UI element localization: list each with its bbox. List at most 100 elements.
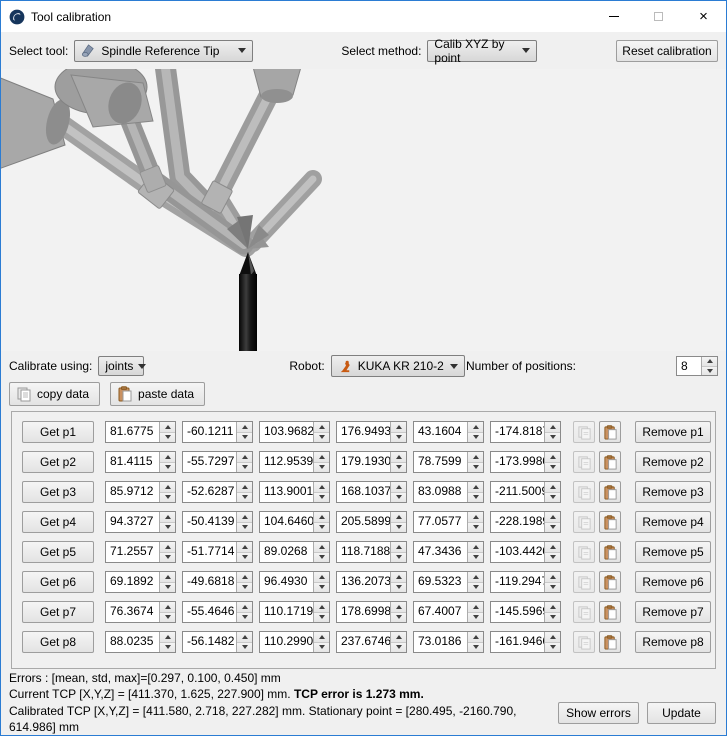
viewport-3d[interactable]	[1, 69, 726, 351]
spin-up-button[interactable]	[468, 422, 483, 432]
row-copy-button[interactable]	[573, 511, 595, 533]
get-point-button[interactable]: Get p1	[22, 421, 94, 443]
spin-up-button[interactable]	[237, 632, 252, 642]
remove-point-button[interactable]: Remove p2	[635, 451, 711, 473]
remove-point-button[interactable]: Remove p3	[635, 481, 711, 503]
remove-point-button[interactable]: Remove p8	[635, 631, 711, 653]
spin-up-button[interactable]	[314, 542, 329, 552]
spin-up-button[interactable]	[160, 452, 175, 462]
spin-down-button[interactable]	[545, 432, 560, 443]
remove-point-button[interactable]: Remove p7	[635, 601, 711, 623]
spin-up-button[interactable]	[391, 632, 406, 642]
select-method-dropdown[interactable]: Calib XYZ by point	[427, 40, 537, 62]
spin-up-button[interactable]	[468, 482, 483, 492]
spin-up-button[interactable]	[314, 482, 329, 492]
spin-up-button[interactable]	[391, 452, 406, 462]
joint-value-spinbox[interactable]: 103.9682	[259, 421, 330, 443]
spin-down-button[interactable]	[545, 462, 560, 473]
spin-down-button[interactable]	[468, 552, 483, 563]
spin-up-button[interactable]	[237, 572, 252, 582]
title-bar[interactable]: Tool calibration ×	[1, 1, 726, 32]
joint-value-spinbox[interactable]: 205.5899	[336, 511, 407, 533]
joint-value-spinbox[interactable]: 43.1604	[413, 421, 484, 443]
joint-value-spinbox[interactable]: -228.1989	[490, 511, 561, 533]
row-copy-button[interactable]	[573, 481, 595, 503]
get-point-button[interactable]: Get p3	[22, 481, 94, 503]
spin-up-button[interactable]	[391, 542, 406, 552]
spin-down-button[interactable]	[545, 552, 560, 563]
spin-down-button[interactable]	[160, 492, 175, 503]
spin-up-button[interactable]	[237, 482, 252, 492]
spin-up-button[interactable]	[160, 512, 175, 522]
joint-value-spinbox[interactable]: 89.0268	[259, 541, 330, 563]
row-copy-button[interactable]	[573, 541, 595, 563]
spin-down-button[interactable]	[391, 582, 406, 593]
joint-value-spinbox[interactable]: 73.0186	[413, 631, 484, 653]
row-copy-button[interactable]	[573, 631, 595, 653]
spin-up-button[interactable]	[468, 572, 483, 582]
row-paste-button[interactable]	[599, 631, 621, 653]
spin-down-button[interactable]	[160, 522, 175, 533]
spin-up-button[interactable]	[545, 512, 560, 522]
joint-value-spinbox[interactable]: -119.2947	[490, 571, 561, 593]
spin-up-button[interactable]	[702, 357, 717, 366]
spin-down-button[interactable]	[160, 462, 175, 473]
spin-up-button[interactable]	[391, 482, 406, 492]
num-positions-spinbox[interactable]: 8	[676, 356, 718, 376]
spin-down-button[interactable]	[391, 612, 406, 623]
spin-down-button[interactable]	[314, 432, 329, 443]
spin-down-button[interactable]	[237, 492, 252, 503]
row-copy-button[interactable]	[573, 421, 595, 443]
spin-up-button[interactable]	[468, 542, 483, 552]
spin-down-button[interactable]	[237, 432, 252, 443]
joint-value-spinbox[interactable]: 168.1037	[336, 481, 407, 503]
close-button[interactable]: ×	[681, 1, 726, 32]
joint-value-spinbox[interactable]: 47.3436	[413, 541, 484, 563]
row-paste-button[interactable]	[599, 601, 621, 623]
row-paste-button[interactable]	[599, 481, 621, 503]
spin-down-button[interactable]	[314, 582, 329, 593]
maximize-button[interactable]	[636, 1, 681, 32]
joint-value-spinbox[interactable]: 69.1892	[105, 571, 176, 593]
spin-down-button[interactable]	[545, 582, 560, 593]
row-copy-button[interactable]	[573, 451, 595, 473]
row-paste-button[interactable]	[599, 541, 621, 563]
spin-down-button[interactable]	[545, 642, 560, 653]
spin-down-button[interactable]	[391, 492, 406, 503]
row-paste-button[interactable]	[599, 451, 621, 473]
spin-down-button[interactable]	[314, 552, 329, 563]
spin-up-button[interactable]	[160, 482, 175, 492]
spin-up-button[interactable]	[391, 602, 406, 612]
spin-down-button[interactable]	[545, 492, 560, 503]
spin-down-button[interactable]	[314, 612, 329, 623]
spin-down-button[interactable]	[237, 462, 252, 473]
joint-value-spinbox[interactable]: -161.9466	[490, 631, 561, 653]
spin-up-button[interactable]	[237, 542, 252, 552]
get-point-button[interactable]: Get p6	[22, 571, 94, 593]
get-point-button[interactable]: Get p7	[22, 601, 94, 623]
spin-up-button[interactable]	[160, 572, 175, 582]
show-errors-button[interactable]: Show errors	[558, 702, 639, 724]
joint-value-spinbox[interactable]: -55.4646	[182, 601, 253, 623]
spin-down-button[interactable]	[160, 552, 175, 563]
joint-value-spinbox[interactable]: 118.7188	[336, 541, 407, 563]
spin-up-button[interactable]	[545, 632, 560, 642]
remove-point-button[interactable]: Remove p4	[635, 511, 711, 533]
spin-up-button[interactable]	[545, 422, 560, 432]
joint-value-spinbox[interactable]: 69.5323	[413, 571, 484, 593]
spin-up-button[interactable]	[314, 572, 329, 582]
spin-up-button[interactable]	[160, 542, 175, 552]
joint-value-spinbox[interactable]: 77.0577	[413, 511, 484, 533]
spin-down-button[interactable]	[391, 552, 406, 563]
spin-up-button[interactable]	[160, 632, 175, 642]
spin-down-button[interactable]	[702, 366, 717, 376]
joint-value-spinbox[interactable]: -174.8187	[490, 421, 561, 443]
joint-value-spinbox[interactable]: -56.1482	[182, 631, 253, 653]
spin-up-button[interactable]	[314, 452, 329, 462]
joint-value-spinbox[interactable]: -55.7297	[182, 451, 253, 473]
joint-value-spinbox[interactable]: 136.2073	[336, 571, 407, 593]
joint-value-spinbox[interactable]: 88.0235	[105, 631, 176, 653]
spin-down-button[interactable]	[314, 522, 329, 533]
calibrate-using-dropdown[interactable]: joints	[98, 356, 144, 376]
joint-value-spinbox[interactable]: -211.5009	[490, 481, 561, 503]
